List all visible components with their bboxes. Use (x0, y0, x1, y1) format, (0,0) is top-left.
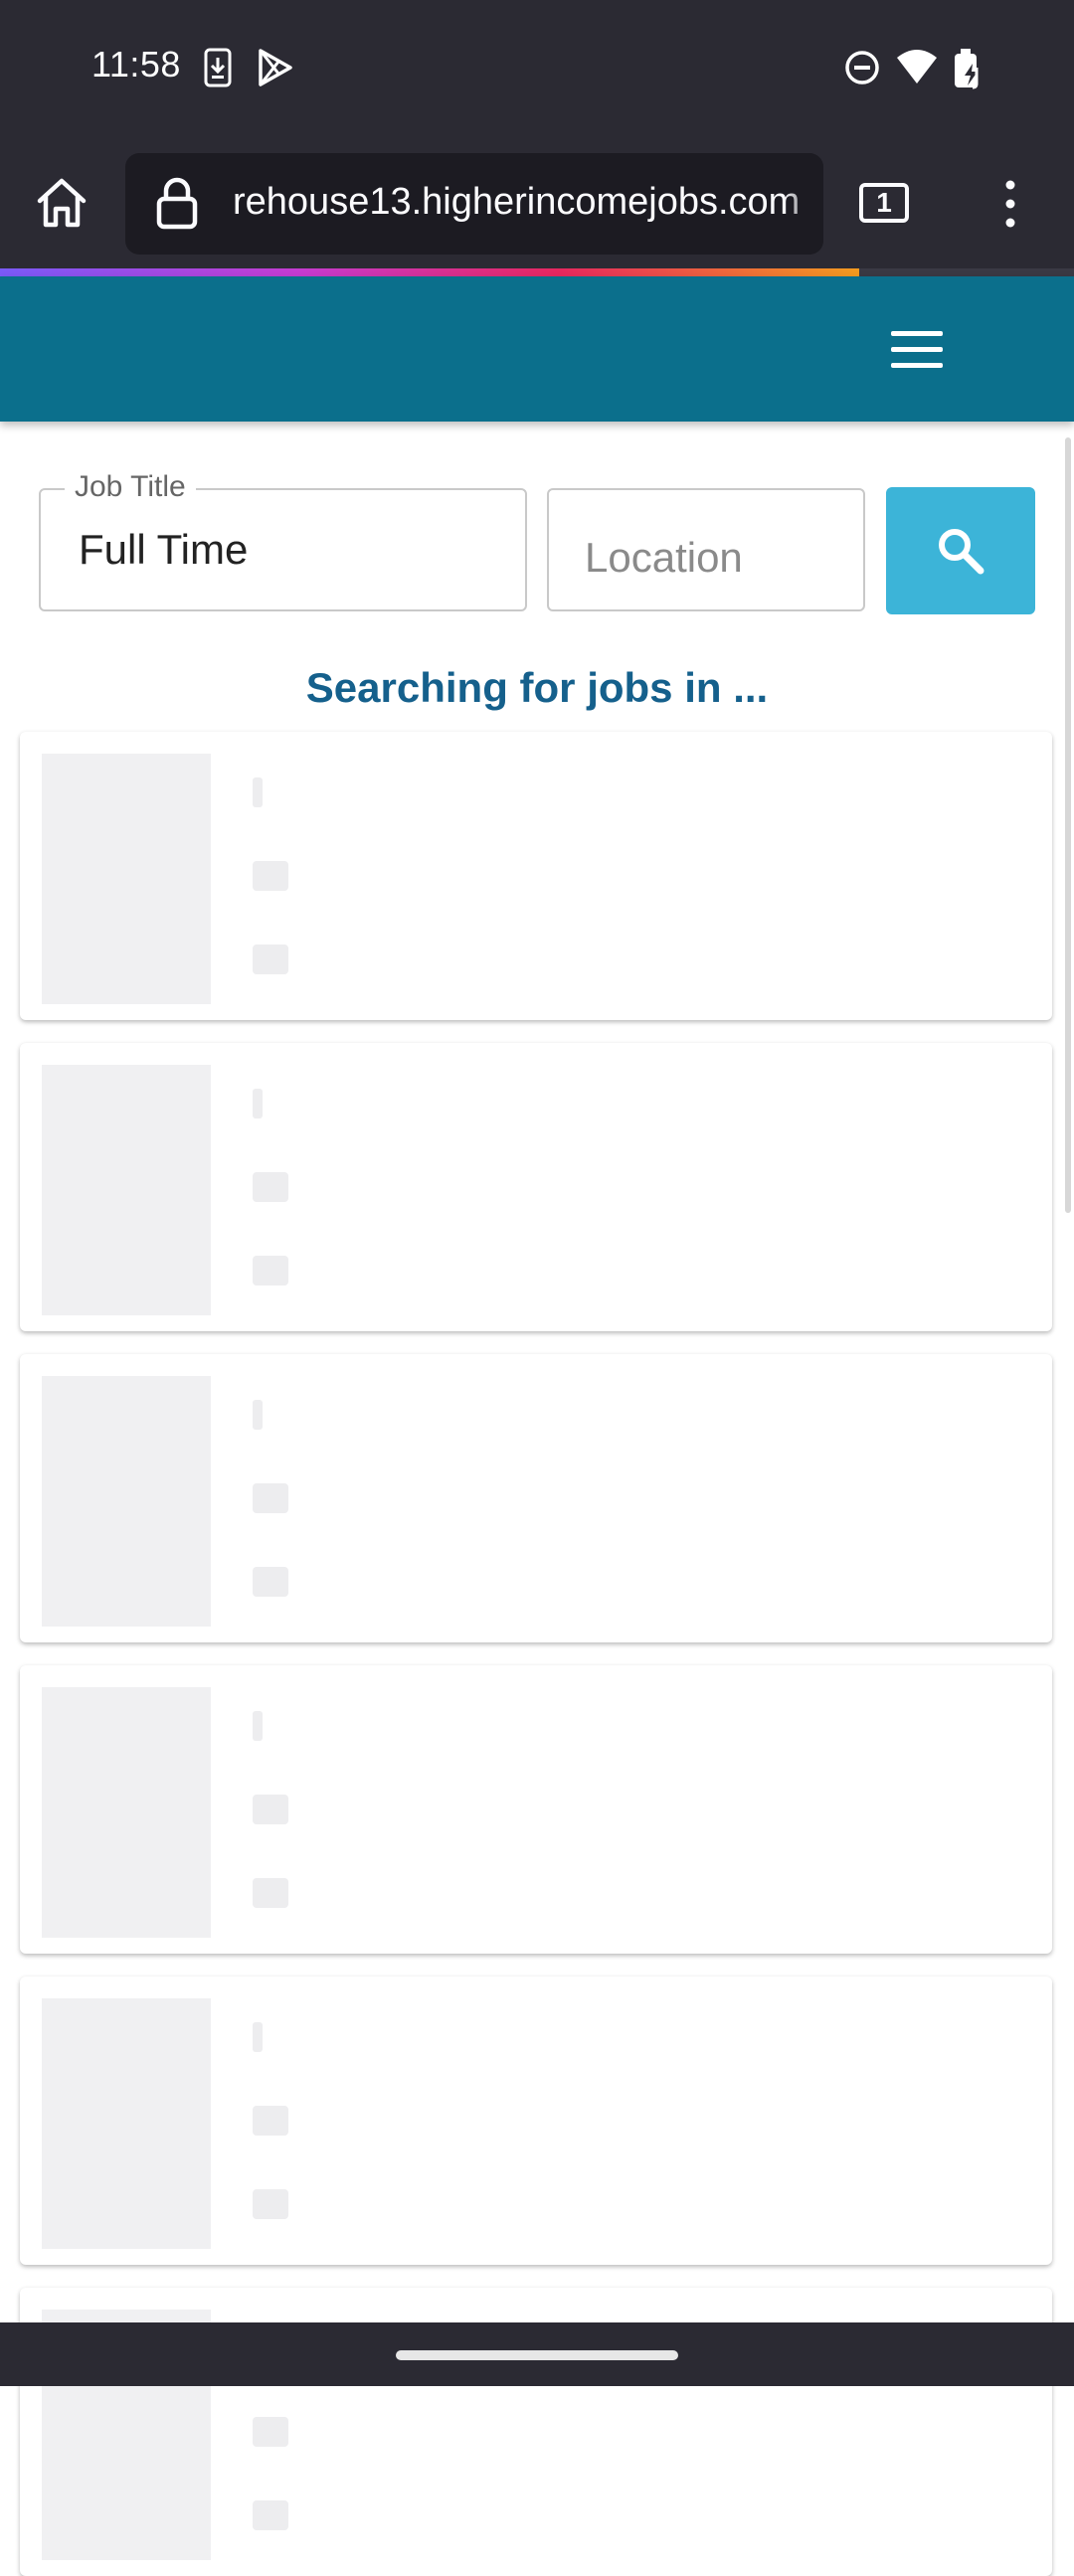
image-placeholder (42, 1376, 211, 1627)
company-placeholder (253, 1795, 288, 1824)
title-placeholder (253, 777, 263, 807)
job-title-value: Full Time (79, 526, 249, 573)
location-field[interactable]: Location (547, 488, 865, 611)
company-placeholder (253, 1172, 288, 1202)
location-placeholder-line (253, 2500, 288, 2530)
status-time: 11:58 (91, 44, 181, 85)
location-placeholder-line (253, 1878, 288, 1908)
url-text: rehouse13.higherincomejobs.com (233, 181, 801, 223)
job-card-placeholder (20, 732, 1052, 1020)
home-gesture-handle[interactable] (396, 2350, 678, 2360)
image-placeholder (42, 1998, 211, 2249)
company-placeholder (253, 2417, 288, 2447)
image-placeholder (42, 1065, 211, 1315)
play-store-icon (259, 49, 292, 86)
browser-toolbar: rehouse13.higherincomejobs.com 1 (0, 135, 1074, 270)
job-title-field[interactable]: Job Title Full Time (39, 470, 527, 611)
url-bar[interactable]: rehouse13.higherincomejobs.com (125, 153, 823, 255)
site-header (0, 276, 1074, 422)
job-card-placeholder (20, 1354, 1052, 1642)
company-placeholder (253, 861, 288, 891)
page-load-progress (0, 268, 1074, 276)
scrollbar[interactable] (1065, 437, 1071, 1213)
title-placeholder (253, 1089, 263, 1118)
job-card-placeholder (20, 1665, 1052, 1954)
title-placeholder (253, 1400, 263, 1430)
company-placeholder (253, 1483, 288, 1513)
location-placeholder-line (253, 1567, 288, 1597)
lock-icon[interactable] (155, 175, 199, 231)
page-load-progress-fill (0, 268, 859, 276)
overflow-menu-icon[interactable] (1000, 179, 1020, 229)
job-card-placeholder (20, 1976, 1052, 2265)
location-placeholder-line (253, 945, 288, 974)
title-placeholder (253, 1711, 263, 1741)
search-button[interactable] (886, 487, 1035, 614)
url-fade (784, 153, 823, 255)
image-placeholder (42, 1687, 211, 1938)
company-placeholder (253, 2106, 288, 2136)
download-notification-icon (204, 48, 232, 87)
image-placeholder (42, 754, 211, 1004)
location-placeholder-line (253, 1256, 288, 1286)
job-title-label: Job Title (65, 470, 196, 504)
status-bar: 11:58 (0, 0, 1074, 135)
hamburger-menu-icon[interactable] (891, 331, 943, 369)
wifi-icon (897, 50, 937, 84)
home-icon[interactable] (34, 175, 90, 231)
do-not-disturb-icon (845, 51, 879, 85)
tab-count: 1 (876, 187, 892, 218)
search-status-text: Searching for jobs in ... (305, 664, 769, 711)
title-placeholder (253, 2022, 263, 2052)
location-placeholder: Location (585, 534, 743, 581)
tabs-icon[interactable]: 1 (859, 183, 909, 223)
battery-icon (955, 49, 979, 89)
navigation-bar (0, 2322, 1074, 2386)
job-card-placeholder (20, 1043, 1052, 1331)
location-placeholder-line (253, 2189, 288, 2219)
search-icon (939, 529, 984, 575)
